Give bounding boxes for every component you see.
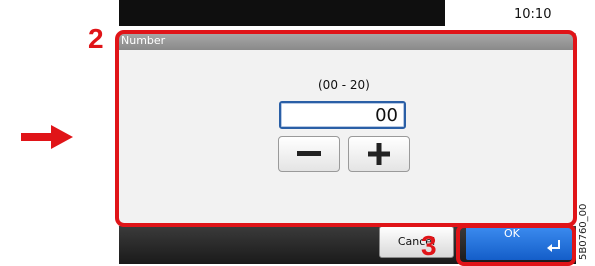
highlight-box-step-3 bbox=[456, 224, 576, 266]
cancel-button[interactable]: Cancel bbox=[379, 226, 454, 258]
figure-code: 5B0760_00 bbox=[578, 203, 589, 260]
step-number-3: 3 bbox=[421, 230, 437, 261]
status-bar bbox=[119, 0, 445, 26]
highlight-box-step-2 bbox=[115, 30, 577, 227]
clock-time: 10:10 bbox=[514, 7, 552, 22]
step-number-2: 2 bbox=[88, 23, 104, 54]
arrow-right-icon bbox=[21, 125, 73, 149]
